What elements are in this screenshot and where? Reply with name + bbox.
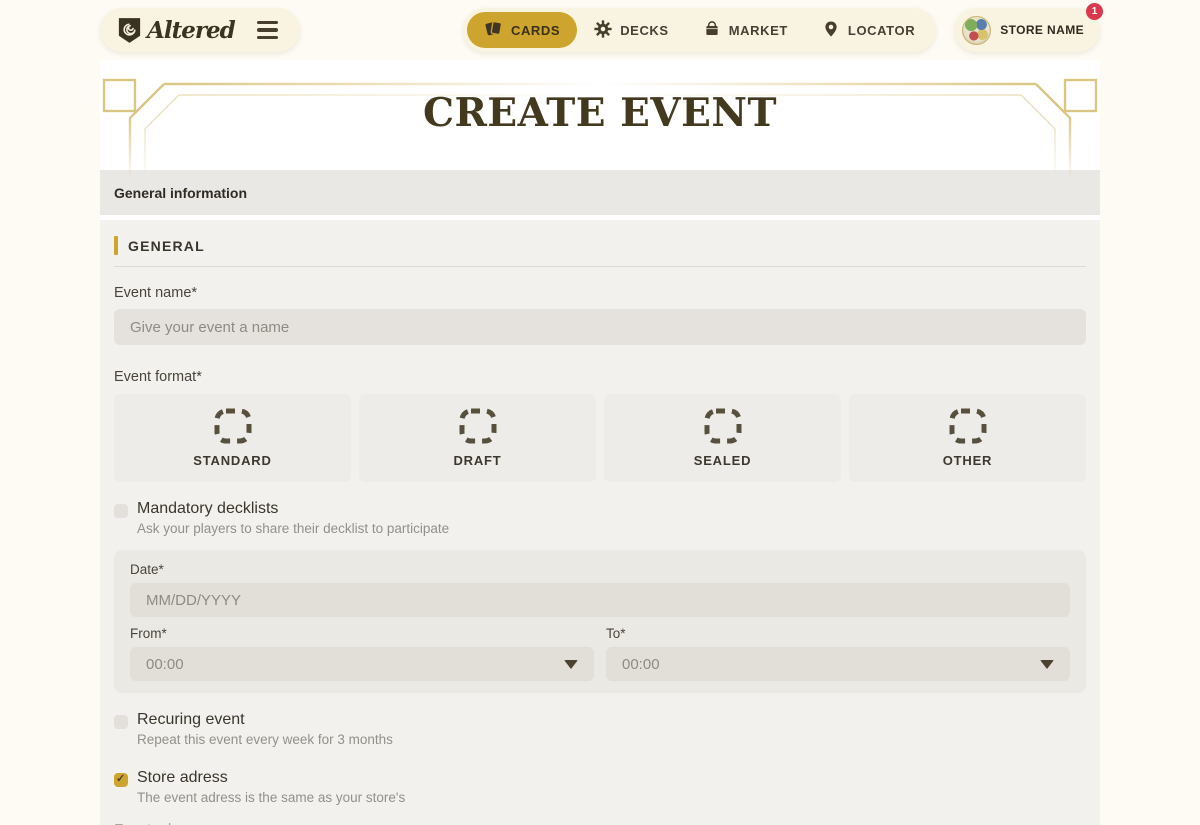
format-other-label: OTHER — [943, 453, 993, 468]
from-field: From* 00:00 — [130, 626, 594, 681]
date-input[interactable]: MM/DD/YYYY — [130, 583, 1070, 617]
decks-icon — [594, 20, 612, 41]
store-name-button[interactable]: STORE NAME 1 — [954, 8, 1100, 52]
hamburger-menu-button[interactable] — [253, 17, 282, 43]
main-nav: CARDS — [463, 8, 936, 52]
format-option-draft[interactable]: DRAFT — [359, 394, 596, 482]
chevron-down-icon — [1040, 660, 1054, 669]
date-label: Date* — [130, 562, 1070, 577]
event-format-label: Event format* — [114, 369, 1086, 385]
schedule-card: Date* MM/DD/YYYY From* 00:00 To* 00:00 — [114, 550, 1086, 693]
event-format-options: STANDARD DRAFT SEALED OTHER — [114, 394, 1086, 482]
format-draft-label: DRAFT — [453, 453, 501, 468]
nav-locator[interactable]: LOCATOR — [805, 12, 932, 48]
event-name-placeholder: Give your event a name — [130, 319, 289, 336]
format-placeholder-icon — [213, 408, 253, 444]
to-label: To* — [606, 626, 1070, 641]
format-placeholder-icon — [458, 408, 498, 444]
recuring-event-row: Recuring event Repeat this event every w… — [114, 711, 1086, 747]
section-divider — [114, 266, 1086, 267]
logo-pill: Altered — [100, 8, 300, 52]
altered-shield-icon — [118, 17, 141, 44]
to-field: To* 00:00 — [606, 626, 1070, 681]
nav-cards[interactable]: CARDS — [467, 12, 577, 48]
recuring-event-description: Repeat this event every week for 3 month… — [137, 732, 393, 747]
notification-badge: 1 — [1086, 3, 1103, 20]
nav-market[interactable]: MARKET — [686, 12, 805, 48]
nav-locator-label: LOCATOR — [848, 23, 915, 38]
format-placeholder-icon — [703, 408, 743, 444]
store-name-label: STORE NAME — [1000, 23, 1084, 37]
section-bar-label: General information — [114, 185, 247, 201]
recuring-event-label: Recuring event — [137, 711, 393, 729]
general-section-heading: GENERAL — [114, 236, 1086, 255]
page-title: CREATE EVENT — [100, 60, 1100, 136]
mandatory-decklists-checkbox[interactable] — [114, 504, 128, 518]
altered-logo[interactable]: Altered — [118, 17, 235, 44]
page-content: CREATE EVENT General information GENERAL… — [100, 60, 1100, 825]
store-avatar — [962, 16, 991, 45]
store-adress-label: Store adress — [137, 769, 405, 787]
store-adress-checkbox[interactable] — [114, 773, 128, 787]
from-time-select[interactable]: 00:00 — [130, 647, 594, 681]
to-time-value: 00:00 — [622, 656, 660, 673]
format-sealed-label: SEALED — [694, 453, 752, 468]
title-band: CREATE EVENT — [100, 60, 1100, 170]
create-event-form: GENERAL Event name* Give your event a na… — [100, 220, 1100, 825]
from-label: From* — [130, 626, 594, 641]
format-option-sealed[interactable]: SEALED — [604, 394, 841, 482]
event-name-input[interactable]: Give your event a name — [114, 309, 1086, 345]
recuring-event-checkbox[interactable] — [114, 715, 128, 729]
date-placeholder: MM/DD/YYYY — [146, 592, 241, 609]
top-navigation-bar: Altered CARDS — [0, 0, 1200, 60]
market-icon — [703, 20, 721, 41]
store-adress-description: The event adress is the same as your sto… — [137, 790, 405, 805]
nav-decks[interactable]: DECKS — [577, 12, 686, 48]
section-bar: General information — [100, 170, 1100, 215]
format-option-other[interactable]: OTHER — [849, 394, 1086, 482]
mandatory-decklists-description: Ask your players to share their decklist… — [137, 521, 449, 536]
general-heading-label: GENERAL — [128, 238, 205, 254]
store-adress-row: Store adress The event adress is the sam… — [114, 769, 1086, 805]
format-placeholder-icon — [948, 408, 988, 444]
logo-text: Altered — [147, 17, 235, 44]
nav-market-label: MARKET — [729, 23, 788, 38]
format-option-standard[interactable]: STANDARD — [114, 394, 351, 482]
nav-decks-label: DECKS — [620, 23, 669, 38]
mandatory-decklists-row: Mandatory decklists Ask your players to … — [114, 500, 1086, 536]
mandatory-decklists-label: Mandatory decklists — [137, 500, 449, 518]
nav-cards-label: CARDS — [511, 23, 560, 38]
gold-accent-bar — [114, 236, 118, 255]
chevron-down-icon — [564, 660, 578, 669]
to-time-select[interactable]: 00:00 — [606, 647, 1070, 681]
format-standard-label: STANDARD — [193, 453, 271, 468]
from-time-value: 00:00 — [146, 656, 184, 673]
locator-icon — [822, 20, 840, 41]
event-name-label: Event name* — [114, 285, 1086, 301]
cards-icon — [484, 19, 503, 41]
